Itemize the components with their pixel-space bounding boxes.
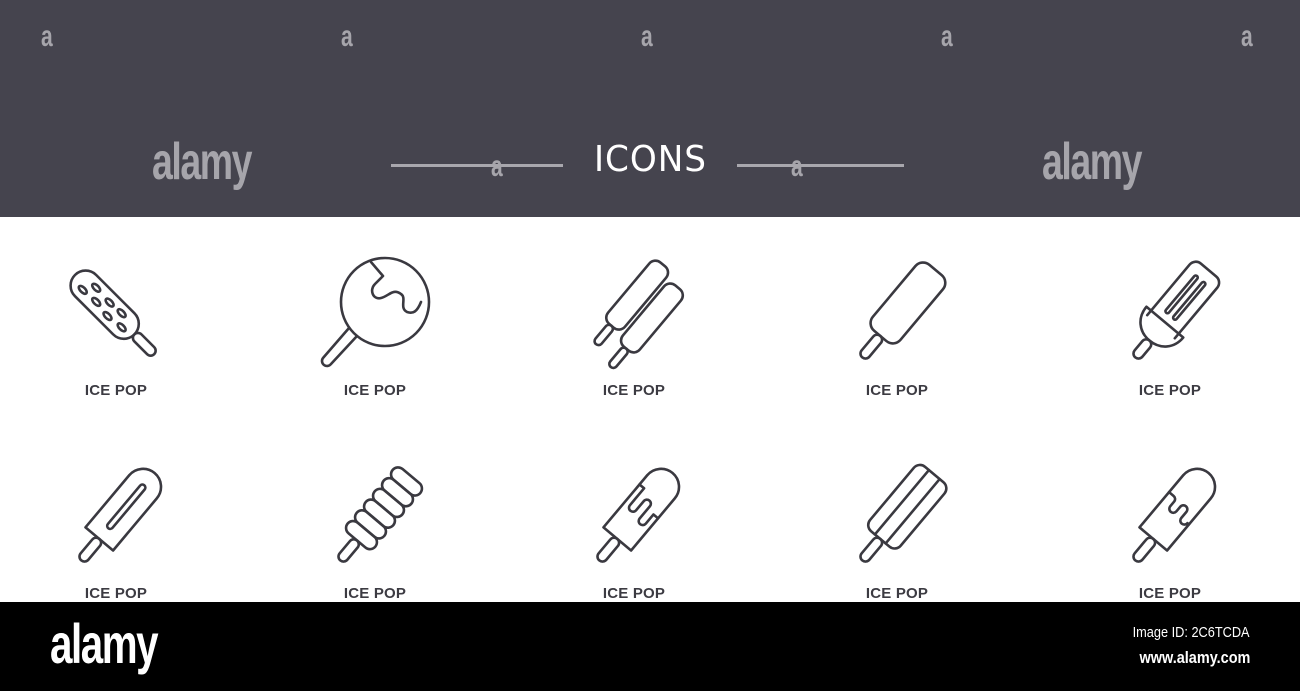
icon-label: ICE POP [1138, 585, 1202, 602]
ice-pop-dripping-icon [596, 467, 681, 563]
ice-pop-chocolate-top-icon [1132, 467, 1217, 563]
icon-label: ICE POP [84, 585, 148, 602]
icon-label: ICE POP [343, 382, 407, 399]
icon-label: ICE POP [1138, 382, 1202, 399]
icon-tile: ICE POP [16, 459, 216, 602]
watermark-letter: a [41, 20, 53, 53]
watermark-letter: a [1241, 20, 1253, 53]
icon-tile: ICE POP [1070, 459, 1270, 602]
icon-tile: ICE POP [534, 459, 734, 602]
page-title: ICONS [593, 139, 707, 180]
footer-bar: alamy Image ID: 2C6TCDA www.alamy.com [0, 602, 1300, 691]
footer-logo: alamy [50, 612, 159, 675]
icon-tile: ICE POP [797, 256, 997, 399]
ice-pop-sprinkles-icon [69, 269, 157, 357]
ice-pop-double-icon [593, 259, 685, 370]
icon-tile: ICE POP [534, 256, 734, 399]
ice-pop-plain-icon [859, 261, 947, 360]
icon-label: ICE POP [343, 585, 407, 602]
icon-tile: ICE POP [275, 256, 475, 399]
icon-label: ICE POP [865, 585, 929, 602]
watermark-letter: a [341, 20, 353, 53]
icon-label: ICE POP [84, 382, 148, 399]
icon-tile: ICE POP [275, 459, 475, 602]
watermark-letter: a [641, 20, 653, 53]
icon-label: ICE POP [602, 585, 666, 602]
ice-pop-single-groove-icon [78, 467, 163, 563]
icon-tile: ICE POP [797, 459, 997, 602]
header-banner: a a a a a alamy alamy a a ICONS [0, 0, 1300, 217]
image-id: Image ID: 2C6TCDA [1133, 624, 1250, 641]
ice-pop-striped-icon [859, 463, 948, 563]
icon-label: ICE POP [602, 382, 666, 399]
site-url: www.alamy.com [1139, 648, 1250, 667]
ice-pop-twisted-icon [337, 466, 424, 563]
ice-pop-half-dipped-grooves-icon [1132, 260, 1221, 360]
icon-tile: ICE POP [16, 256, 216, 399]
ice-pop-round-dipped-icon [320, 256, 431, 368]
icon-label: ICE POP [865, 382, 929, 399]
watermark-letter: a [941, 20, 953, 53]
icon-tile: ICE POP [1070, 256, 1270, 399]
